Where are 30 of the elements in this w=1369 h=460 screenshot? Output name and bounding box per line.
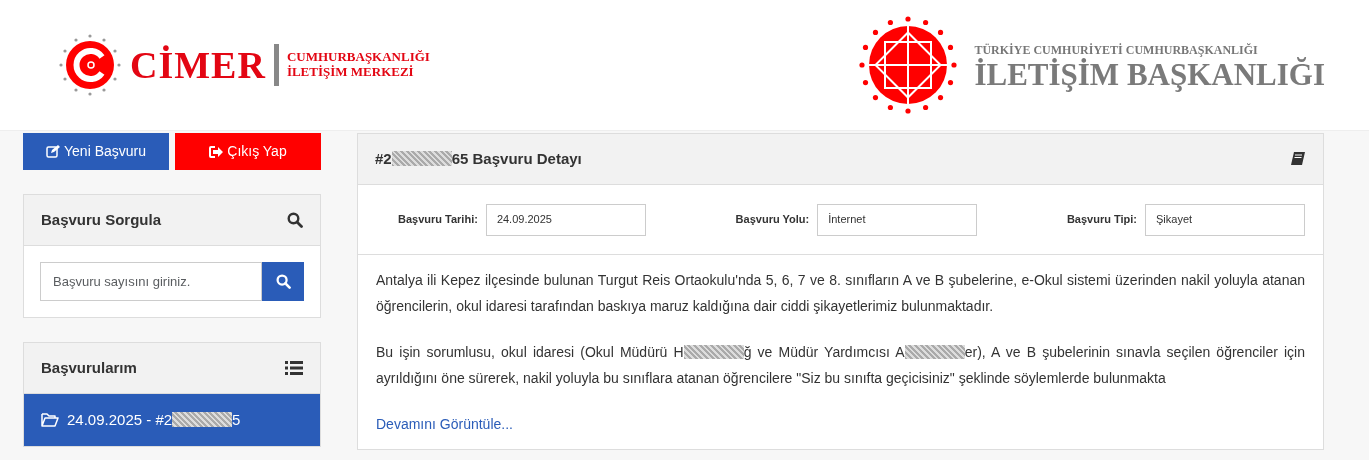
logout-button[interactable]: Çıkış Yap (175, 133, 321, 170)
book-icon (1290, 151, 1306, 167)
field-label: Başvuru Yolu: (735, 212, 810, 228)
field-label: Başvuru Tipi: (1066, 212, 1137, 228)
sign-out-icon (209, 145, 224, 158)
card-title: #2 65 Başvuru Detayı (375, 148, 582, 169)
search-field[interactable]: Başvuru sayısını giriniz. (40, 262, 263, 301)
edit-icon (46, 145, 60, 158)
field-value: Şikayet (1145, 203, 1305, 236)
field-value: İnternet (817, 203, 978, 236)
search-icon (275, 274, 291, 289)
logo-subtitle: TÜRKİYE CUMHURİYETİ CUMHURBAŞKANLIĞI (974, 41, 1258, 57)
complaint-paragraph: Bu işin sorumlusu, okul idaresi (Okul Müdürü H ğ ve Müdür Yardımcısı A er), A ve B şubelerinin sınavla seçilen öğrenciler için ayrıldığını öne sürerek, nakil yoluyla bu sınıflara atanan öğrencilere "Siz bu sınıfta geçicisiniz" şeklinde söylemlerde bulunmakta (376, 343, 1305, 388)
cimer-logo-icon (58, 33, 122, 97)
folder-icon (41, 413, 59, 427)
complaint-paragraph: Antalya ili Kepez ilçesinde bulunan Turgut Reis Ortaokulu'nda 5, 6, 7 ve 8. sınıfların A ve B şubelerine, e-Okul sistemi üzerinden nakil yoluyla atanan öğrencilerin, okul idaresi tarafından baskıya maruz kaldığına dair ciddi şikayetlerimiz bulunmaktadır. (376, 271, 1305, 316)
list-icon (285, 361, 303, 375)
new-application-button[interactable]: Yeni Başvuru (23, 133, 169, 170)
logo-subtitle: CUMHURBAŞKANLIĞI (286, 50, 430, 65)
logo-subtitle: İLETİŞİM MERKEZİ (286, 65, 414, 80)
search-icon (287, 212, 303, 228)
search-button[interactable] (262, 262, 304, 301)
field-value: 24.09.2025 (485, 203, 646, 236)
emblem-icon (858, 15, 959, 115)
application-item[interactable]: 24.09.2025 - #2 5 (24, 394, 320, 446)
read-more-link[interactable]: Devamını Görüntüle... (376, 416, 513, 432)
logo-title: CİMER (130, 42, 266, 88)
field-label: Başvuru Tarihi: (398, 212, 478, 228)
card-title: Başvurularım (41, 357, 137, 378)
card-title: Başvuru Sorgula (41, 209, 162, 230)
